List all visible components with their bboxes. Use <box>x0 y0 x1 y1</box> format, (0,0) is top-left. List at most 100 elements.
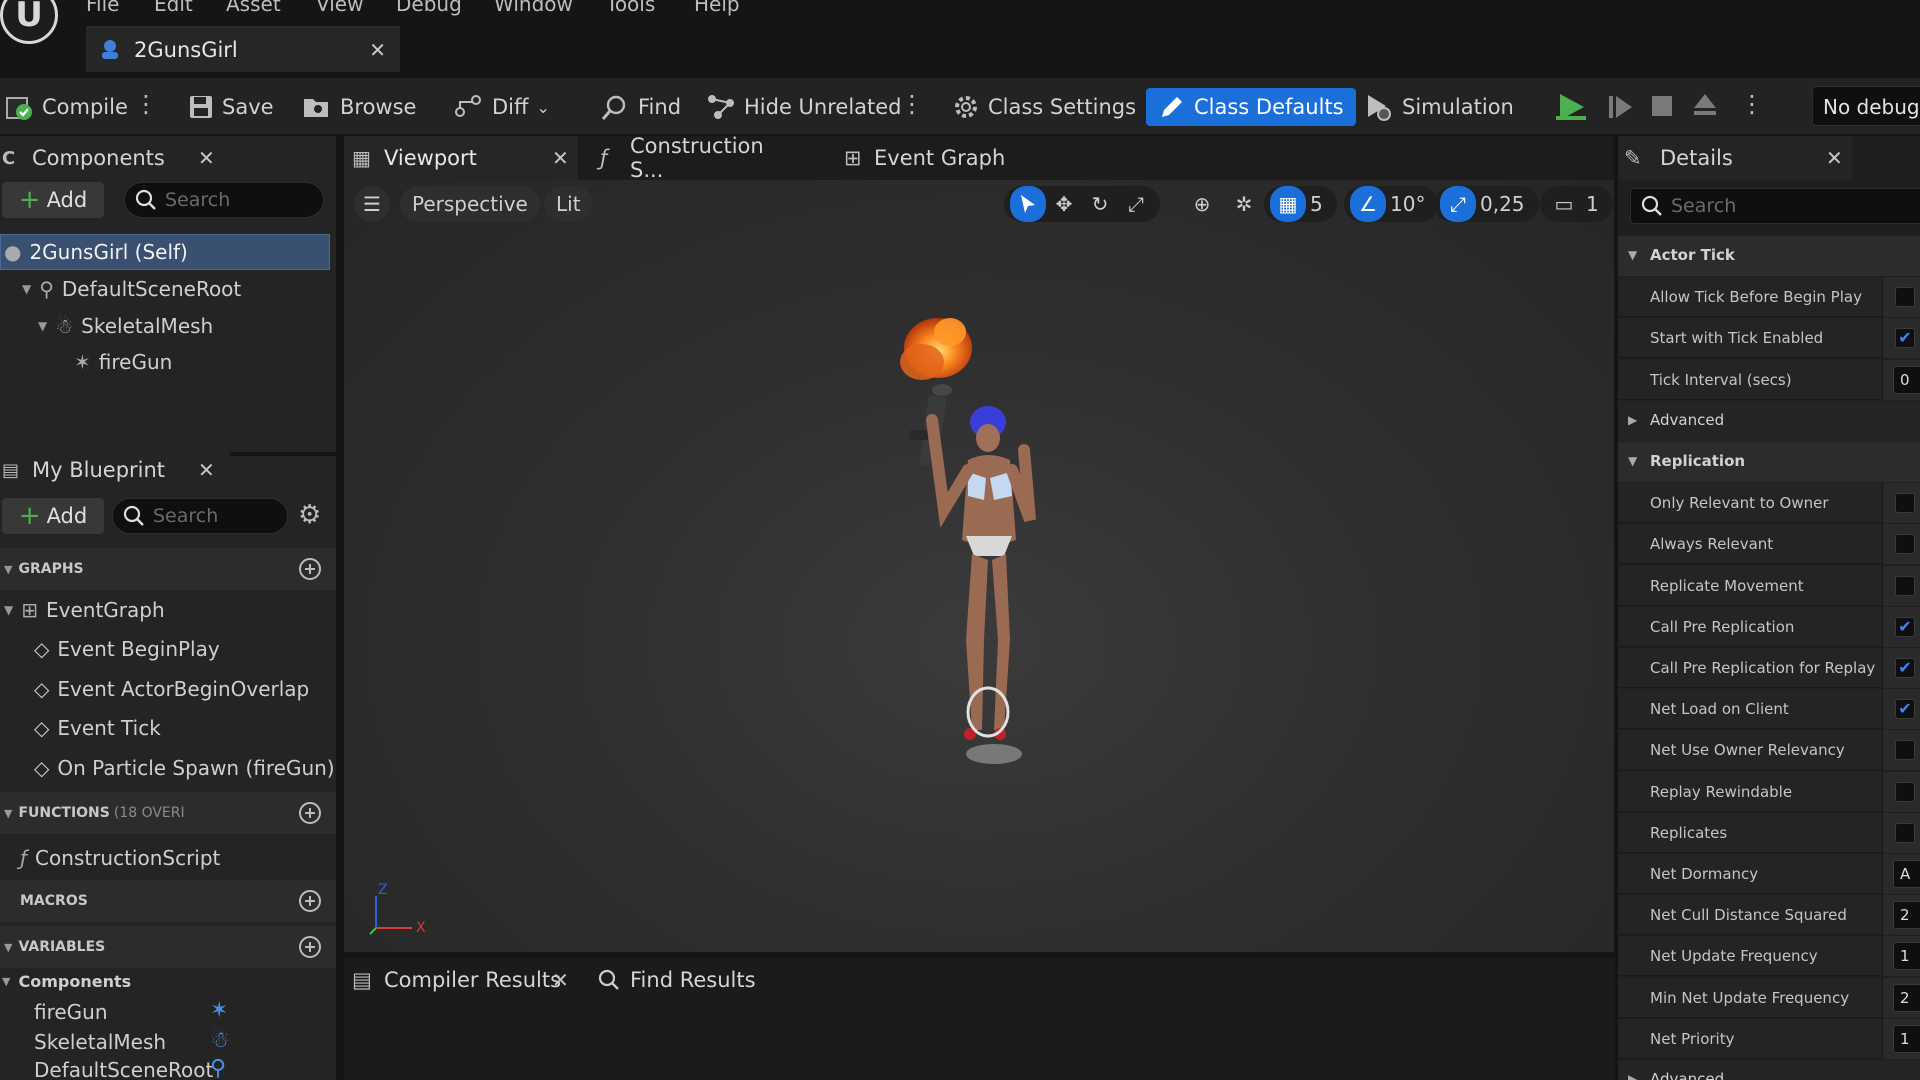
variable-item-defaultsceneroot[interactable]: DefaultSceneRoot <box>34 1058 213 1080</box>
property-value-field[interactable]: A <box>1893 860 1920 888</box>
compile-options-icon[interactable]: ⋮ <box>134 90 158 118</box>
tab-viewport[interactable]: ▦ Viewport ✕ <box>344 136 578 180</box>
property-checkbox[interactable]: ✔ <box>1895 699 1915 720</box>
graph-item-event-actorbeginoverlap[interactable]: ◇ Event ActorBeginOverlap <box>34 677 309 701</box>
add-component-button[interactable]: + Add <box>2 182 104 218</box>
details-tab[interactable]: ✎ Details ✕ <box>1618 136 1852 180</box>
tab-compiler-results[interactable]: ▤ Compiler Results ✕ <box>344 958 584 1002</box>
details-advanced-group[interactable]: ▶ Advanced <box>1618 400 1920 441</box>
menu-window[interactable]: Window <box>494 0 573 16</box>
property-value-field[interactable]: 2 <box>1893 901 1920 930</box>
add-graph-icon[interactable] <box>298 557 322 585</box>
play-icon[interactable] <box>1556 92 1586 122</box>
grid-snap-group[interactable]: ▦ 5 <box>1264 186 1337 222</box>
details-search-input[interactable]: Search <box>1630 188 1920 224</box>
play-options-icon[interactable]: ⋮ <box>1740 90 1764 118</box>
my-blueprint-tab[interactable]: ▤ My Blueprint ✕ <box>0 448 230 492</box>
debug-object-dropdown[interactable]: No debug o <box>1812 86 1920 126</box>
unreal-logo-icon[interactable]: U <box>0 0 58 44</box>
scale-snap-icon[interactable]: ⤢ <box>1440 186 1476 222</box>
find-button[interactable]: Find <box>600 88 681 126</box>
class-defaults-button[interactable]: Class Defaults <box>1146 88 1356 126</box>
add-macro-icon[interactable] <box>298 889 322 917</box>
hide-unrelated-button[interactable]: Hide Unrelated <box>706 88 902 126</box>
menu-tools[interactable]: Tools <box>606 0 655 16</box>
step-forward-icon[interactable] <box>1608 94 1634 120</box>
add-blueprint-item-button[interactable]: + Add <box>2 498 104 534</box>
character-preview[interactable] <box>864 310 1084 810</box>
property-checkbox[interactable] <box>1895 287 1915 308</box>
diff-button[interactable]: Diff ⌄ <box>454 88 550 126</box>
property-checkbox[interactable]: ✔ <box>1895 658 1915 678</box>
property-checkbox[interactable] <box>1895 740 1915 761</box>
details-category[interactable]: ▼ Replication <box>1618 442 1920 482</box>
menu-view[interactable]: View <box>316 0 363 16</box>
compile-button[interactable]: Compile <box>4 88 128 126</box>
world-coords-icon[interactable]: ⊕ <box>1184 186 1220 222</box>
menu-file[interactable]: File <box>86 0 119 16</box>
variable-item-skeletalmesh[interactable]: SkeletalMesh <box>34 1030 166 1054</box>
translate-icon[interactable]: ✥ <box>1046 186 1082 222</box>
viewport-menu-button[interactable]: ☰ <box>354 186 390 222</box>
menu-asset[interactable]: Asset <box>226 0 281 16</box>
property-checkbox[interactable]: ✔ <box>1895 328 1915 349</box>
select-cursor-icon[interactable] <box>1010 186 1046 222</box>
tab-event-graph[interactable]: ⊞ Event Graph <box>842 136 1022 180</box>
variables-group-components[interactable]: ▼ Components <box>2 972 131 991</box>
tree-item-firegun[interactable]: ✶ fireGun <box>74 350 172 374</box>
graph-item-eventgraph[interactable]: ▼ ⊞ EventGraph <box>4 598 165 622</box>
property-value-field[interactable]: 1 <box>1893 1024 1920 1053</box>
property-checkbox[interactable]: ✔ <box>1895 616 1915 637</box>
property-value-field[interactable]: 1 <box>1893 942 1920 971</box>
add-function-icon[interactable] <box>298 801 322 829</box>
lit-button[interactable]: Lit <box>544 186 593 222</box>
class-settings-button[interactable]: Class Settings <box>952 88 1136 126</box>
blueprint-search-input[interactable]: Search <box>112 498 288 534</box>
tree-item-skeletal-mesh[interactable]: ▼ ☃ SkeletalMesh <box>38 314 213 338</box>
function-item-constructionscript[interactable]: ƒ ConstructionScript <box>20 846 220 870</box>
property-checkbox[interactable] <box>1895 822 1915 843</box>
scale-icon[interactable]: ⤢ <box>1118 186 1154 222</box>
add-variable-icon[interactable] <box>298 935 322 963</box>
rotation-snap-group[interactable]: ∠ 10° <box>1344 186 1440 222</box>
surface-snap-icon[interactable]: ✲ <box>1226 186 1262 222</box>
rotate-icon[interactable]: ↻ <box>1082 186 1118 222</box>
close-icon[interactable]: ✕ <box>198 458 215 482</box>
variable-item-firegun[interactable]: fireGun <box>34 1000 108 1024</box>
menu-help[interactable]: Help <box>694 0 740 16</box>
document-tab[interactable]: 2GunsGirl ✕ <box>86 26 400 72</box>
components-tab[interactable]: C Components ✕ <box>0 136 230 180</box>
graphs-section-header[interactable]: ▼ GRAPHS <box>0 548 336 590</box>
tab-construction-script[interactable]: ƒ Construction S... <box>596 134 796 182</box>
tree-item-self[interactable]: ● 2GunsGirl (Self) <box>4 240 188 264</box>
close-icon[interactable]: ✕ <box>1826 146 1843 170</box>
camera-icon[interactable]: ▭ <box>1546 186 1582 222</box>
viewport[interactable]: ☰ Perspective Lit ✥ ↻ ⤢ ⊕ ✲ ▦ 5 ∠ 10° ⤢ … <box>344 180 1614 952</box>
details-category[interactable]: ▼ Actor Tick <box>1618 236 1920 276</box>
property-value-field[interactable]: 2 <box>1893 983 1920 1012</box>
macros-section-header[interactable]: MACROS <box>0 880 336 922</box>
graph-item-event-beginplay[interactable]: ◇ Event BeginPlay <box>34 637 220 661</box>
property-checkbox[interactable] <box>1895 575 1915 596</box>
browse-button[interactable]: Browse <box>302 88 416 126</box>
stop-icon[interactable] <box>1650 94 1674 118</box>
functions-section-header[interactable]: ▼ FUNCTIONS (18 OVERI <box>0 792 336 834</box>
close-icon[interactable]: ✕ <box>552 146 569 170</box>
property-value-field[interactable]: 0 <box>1893 365 1920 394</box>
close-icon[interactable]: ✕ <box>369 38 386 62</box>
settings-gear-icon[interactable]: ⚙ <box>298 500 321 530</box>
property-checkbox[interactable] <box>1895 534 1915 555</box>
close-icon[interactable]: ✕ <box>198 146 215 170</box>
rotation-snap-icon[interactable]: ∠ <box>1350 186 1386 222</box>
close-icon[interactable]: ✕ <box>552 968 569 992</box>
grid-snap-icon[interactable]: ▦ <box>1270 186 1306 222</box>
variables-section-header[interactable]: ▼ VARIABLES <box>0 926 336 968</box>
simulation-button[interactable]: Simulation <box>1364 88 1514 126</box>
more-options-icon[interactable]: ⋮ <box>900 90 924 118</box>
menu-edit[interactable]: Edit <box>154 0 193 16</box>
save-button[interactable]: Save <box>188 88 274 126</box>
details-advanced-group[interactable]: ▶ Advanced <box>1618 1060 1920 1080</box>
scale-snap-group[interactable]: ⤢ 0,25 <box>1434 186 1539 222</box>
tab-find-results[interactable]: Find Results <box>596 958 786 1002</box>
perspective-button[interactable]: Perspective <box>400 186 540 222</box>
